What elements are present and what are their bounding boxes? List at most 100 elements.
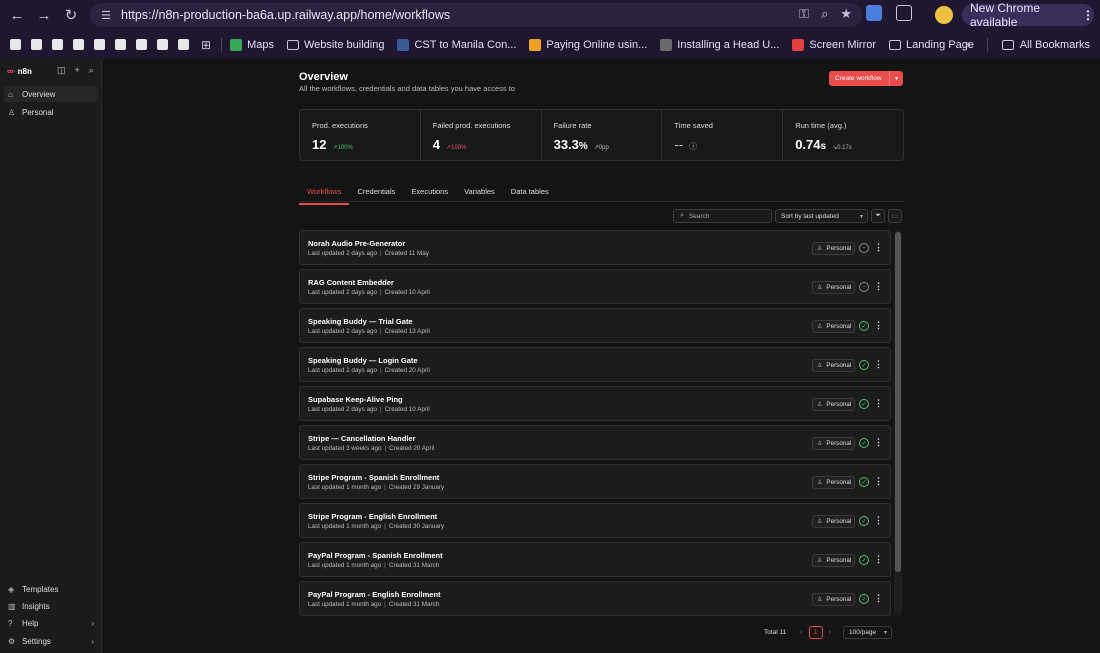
stat-time-saved[interactable]: Time saved -- ⓘ <box>662 110 784 160</box>
sidebar-item-help[interactable]: ? Help › <box>4 615 98 631</box>
bookmark-square-icon[interactable] <box>52 39 63 50</box>
extensions-puzzle-icon[interactable] <box>896 5 912 21</box>
view-toggle-button[interactable]: ▭ <box>888 209 902 223</box>
inactive-status-icon[interactable]: – <box>859 243 869 253</box>
sidebar-item-settings[interactable]: ⚙ Settings › <box>4 633 98 649</box>
forward-icon[interactable]: → <box>34 5 54 25</box>
bookmark-square-icon[interactable] <box>178 39 189 50</box>
sidebar-item-overview[interactable]: ⌂ Overview <box>4 86 98 102</box>
key-icon[interactable]: ⚿ <box>799 6 809 22</box>
more-vert-icon[interactable]: ⋮ <box>874 554 883 565</box>
workflow-name[interactable]: Norah Audio Pre-Generator <box>308 239 405 248</box>
sort-select[interactable]: Sort by last updated ▾ <box>775 209 868 223</box>
tab-credentials[interactable]: Credentials <box>349 187 403 205</box>
filter-button[interactable]: ⏷ <box>871 209 885 223</box>
active-status-icon[interactable]: ✓ <box>859 399 869 409</box>
workflow-row[interactable]: Speaking Buddy — Login Gate Last updated… <box>299 347 891 382</box>
tab-variables[interactable]: Variables <box>456 187 503 205</box>
workflow-row[interactable]: Norah Audio Pre-Generator Last updated 2… <box>299 230 891 265</box>
active-status-icon[interactable]: ✓ <box>859 516 869 526</box>
inactive-status-icon[interactable]: – <box>859 282 869 292</box>
sidebar-item-templates[interactable]: ◈ Templates <box>4 581 98 597</box>
bookmark-maps[interactable]: Maps <box>230 38 274 51</box>
collapse-sidebar-icon[interactable]: ◫ <box>57 65 66 76</box>
stat-prod-executions[interactable]: Prod. executions 12 ↗100% <box>300 110 421 160</box>
bookmark-landing-page[interactable]: Landing Page <box>889 39 974 51</box>
bookmark-square-icon[interactable] <box>115 39 126 50</box>
workflow-row[interactable]: Stripe Program - Spanish Enrollment Last… <box>299 464 891 499</box>
new-chrome-button[interactable]: New Chrome available ⋮ <box>962 1 1094 29</box>
active-status-icon[interactable]: ✓ <box>859 555 869 565</box>
tab-executions[interactable]: Executions <box>403 187 456 205</box>
extension-grid-icon[interactable] <box>866 5 882 21</box>
info-icon[interactable]: ⓘ <box>689 141 697 152</box>
bookmark-square-icon[interactable] <box>73 39 84 50</box>
active-status-icon[interactable]: ✓ <box>859 321 869 331</box>
workflow-name[interactable]: Speaking Buddy — Login Gate <box>308 356 418 365</box>
workflow-name[interactable]: Stripe — Cancellation Handler <box>308 434 416 443</box>
stat-failure-rate[interactable]: Failure rate 33.3% ↗0pp <box>542 110 663 160</box>
page-button-current[interactable]: 1 <box>808 626 823 639</box>
workflow-row[interactable]: PayPal Program - Spanish Enrollment Last… <box>299 542 891 577</box>
workflow-name[interactable]: PayPal Program - English Enrollment <box>308 590 441 599</box>
zoom-icon[interactable]: ⌕ <box>821 6 828 22</box>
bookmarks-overflow-icon[interactable]: » <box>965 39 971 51</box>
workflow-name[interactable]: Stripe Program - English Enrollment <box>308 512 437 521</box>
workflow-row[interactable]: Stripe — Cancellation Handler Last updat… <box>299 425 891 460</box>
workflow-row[interactable]: PayPal Program - English Enrollment Last… <box>299 581 891 616</box>
chevron-left-icon[interactable]: ‹ <box>800 629 802 636</box>
more-vert-icon[interactable]: ⋮ <box>874 359 883 370</box>
sidebar-item-insights[interactable]: ▥ Insights <box>4 598 98 614</box>
bookmark-paying-online[interactable]: Paying Online usin... <box>529 38 647 51</box>
workflow-name[interactable]: PayPal Program - Spanish Enrollment <box>308 551 443 560</box>
more-vert-icon[interactable]: ⋮ <box>874 398 883 409</box>
star-icon[interactable]: ★ <box>840 6 852 22</box>
tab-workflows[interactable]: Workflows <box>299 187 350 205</box>
bookmark-square-icon[interactable] <box>31 39 42 50</box>
workflow-row[interactable]: RAG Content Embedder Last updated 2 days… <box>299 269 891 304</box>
more-vert-icon[interactable]: ⋮ <box>1082 8 1094 22</box>
bookmark-square-icon[interactable] <box>94 39 105 50</box>
scrollbar-thumb[interactable] <box>895 232 901 572</box>
workflow-name[interactable]: RAG Content Embedder <box>308 278 394 287</box>
bookmark-square-icon[interactable] <box>10 39 21 50</box>
search-input[interactable]: ⌕ Search <box>673 209 772 223</box>
workflow-row[interactable]: Stripe Program - English Enrollment Last… <box>299 503 891 538</box>
list-scrollbar[interactable] <box>894 230 902 616</box>
active-status-icon[interactable]: ✓ <box>859 594 869 604</box>
bookmark-screen-mirror[interactable]: Screen Mirror <box>792 38 876 51</box>
more-vert-icon[interactable]: ⋮ <box>874 476 883 487</box>
bookmark-square-icon[interactable] <box>157 39 168 50</box>
reload-icon[interactable]: ↻ <box>61 5 81 25</box>
bookmark-cst-manila[interactable]: CST to Manila Con... <box>397 38 516 51</box>
more-vert-icon[interactable]: ⋮ <box>874 515 883 526</box>
more-vert-icon[interactable]: ⋮ <box>874 593 883 604</box>
add-icon[interactable]: + <box>75 65 80 76</box>
apps-grid-icon[interactable]: ⊞ <box>201 38 211 52</box>
bookmark-installing-head[interactable]: Installing a Head U... <box>660 38 779 51</box>
stat-failed-executions[interactable]: Failed prod. executions 4 ↗100% <box>421 110 542 160</box>
create-workflow-button[interactable]: Create workflow ▾ <box>829 71 903 86</box>
active-status-icon[interactable]: ✓ <box>859 438 869 448</box>
workflow-name[interactable]: Stripe Program - Spanish Enrollment <box>308 473 439 482</box>
active-status-icon[interactable]: ✓ <box>859 477 869 487</box>
back-icon[interactable]: ← <box>7 5 27 25</box>
workflow-name[interactable]: Speaking Buddy — Trial Gate <box>308 317 413 326</box>
workflow-row[interactable]: Supabase Keep-Alive Ping Last updated 2 … <box>299 386 891 421</box>
workflow-name[interactable]: Supabase Keep-Alive Ping <box>308 395 403 404</box>
bookmark-square-icon[interactable] <box>136 39 147 50</box>
site-info-icon[interactable]: ☰ <box>99 8 113 22</box>
address-bar[interactable]: ☰ https://n8n-production-ba6a.up.railway… <box>90 3 862 27</box>
sidebar-item-personal[interactable]: ♙ Personal <box>4 104 98 120</box>
profile-avatar[interactable] <box>935 6 953 24</box>
more-vert-icon[interactable]: ⋮ <box>874 281 883 292</box>
stat-run-time[interactable]: Run time (avg.) 0.74s ↘0.17s <box>783 110 903 160</box>
tab-data-tables[interactable]: Data tables <box>503 187 557 205</box>
workflow-row[interactable]: Speaking Buddy — Trial Gate Last updated… <box>299 308 891 343</box>
page-size-select[interactable]: 100/page ▾ <box>842 626 892 639</box>
more-vert-icon[interactable]: ⋮ <box>874 320 883 331</box>
active-status-icon[interactable]: ✓ <box>859 360 869 370</box>
bookmark-website-building[interactable]: Website building <box>286 39 384 51</box>
search-icon[interactable]: ⌕ <box>89 65 94 76</box>
chevron-down-icon[interactable]: ▾ <box>889 71 903 86</box>
